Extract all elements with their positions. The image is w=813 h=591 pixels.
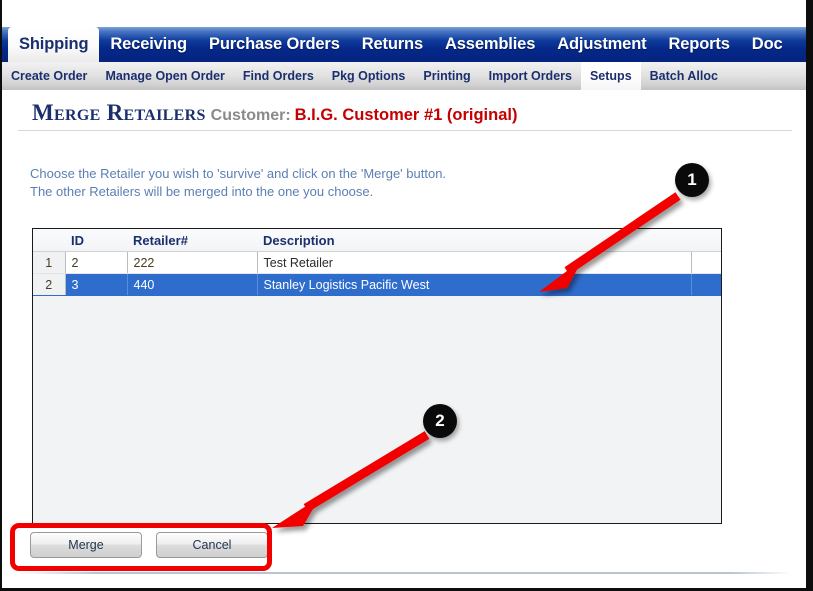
main-tab-returns-label: Returns (361, 35, 424, 53)
main-tab-returns[interactable]: Returns (351, 27, 434, 62)
main-tab-assemblies[interactable]: Assemblies (434, 27, 546, 62)
main-tab-shipping[interactable]: Shipping (8, 27, 100, 62)
main-tab-documents-label: Doc (751, 35, 783, 53)
main-tab-assemblies-label: Assemblies (445, 35, 536, 53)
main-tab-reports[interactable]: Reports (658, 27, 741, 62)
retailer-grid[interactable]: ID Retailer# Description 1 2 222 Test Re… (33, 229, 721, 296)
sub-tab-printing[interactable]: Printing (414, 62, 479, 90)
sub-tab-manage-open-order[interactable]: Manage Open Order (96, 62, 233, 90)
cell-id: 2 (65, 251, 128, 274)
sub-tab-manage-open-order-label: Manage Open Order (105, 69, 225, 83)
sub-tab-pkg-options[interactable]: Pkg Options (323, 62, 415, 90)
cell-id: 3 (65, 273, 128, 296)
main-navigation-tabs: Shipping Receiving Purchase Orders Retur… (2, 27, 806, 62)
instructions-line-2: The other Retailers will be merged into … (30, 184, 374, 199)
main-tab-receiving[interactable]: Receiving (99, 27, 198, 62)
column-header-tail (691, 229, 721, 252)
sub-tab-batch-alloc-label: Batch Alloc (649, 69, 718, 83)
main-tab-adjustment[interactable]: Adjustment (546, 27, 657, 62)
sub-tab-create-order[interactable]: Create Order (2, 62, 96, 90)
sub-tab-setups[interactable]: Setups (580, 62, 641, 90)
sub-tab-find-orders-label: Find Orders (242, 69, 314, 83)
merge-button[interactable]: Merge (30, 532, 142, 558)
sub-tab-import-orders-label: Import Orders (488, 69, 572, 83)
sub-tab-printing-label: Printing (423, 69, 471, 83)
sub-tab-import-orders[interactable]: Import Orders (480, 62, 581, 90)
column-header-id[interactable]: ID (65, 229, 127, 252)
customer-label: Customer: (210, 107, 291, 124)
action-button-row: Merge Cancel (30, 532, 268, 558)
sub-tab-create-order-label: Create Order (11, 69, 88, 83)
main-tab-documents[interactable]: Doc (741, 27, 794, 62)
footer-divider (18, 572, 792, 574)
table-row[interactable]: 2 3 440 Stanley Logistics Pacific West (33, 273, 721, 296)
cell-tail (691, 273, 721, 296)
main-tab-purchase-orders-label: Purchase Orders (208, 35, 340, 53)
sub-navigation-tabs: Create Order Manage Open Order Find Orde… (2, 62, 806, 90)
sub-tab-find-orders[interactable]: Find Orders (234, 62, 323, 90)
retailer-grid-panel[interactable]: ID Retailer# Description 1 2 222 Test Re… (32, 228, 722, 524)
sub-tab-setups-label: Setups (589, 69, 632, 83)
main-tab-reports-label: Reports (668, 35, 730, 53)
customer-name: B.I.G. Customer #1 (original) (294, 106, 518, 124)
cell-retailer-number: 222 (127, 251, 258, 274)
instructions-text: Choose the Retailer you wish to 'survive… (30, 165, 446, 201)
cell-description: Stanley Logistics Pacific West (257, 273, 692, 296)
application-window: Shipping Receiving Purchase Orders Retur… (0, 0, 813, 591)
main-tab-purchase-orders[interactable]: Purchase Orders (198, 27, 351, 62)
column-header-retailer-number[interactable]: Retailer# (127, 229, 257, 252)
page-content: Merge Retailers Customer: B.I.G. Customer … (2, 90, 806, 588)
main-tab-shipping-label: Shipping (19, 35, 89, 53)
page-title: Merge Retailers Customer: B.I.G. Customer … (32, 100, 778, 126)
heading-divider (18, 130, 792, 131)
sub-tab-batch-alloc[interactable]: Batch Alloc (641, 62, 727, 90)
cell-retailer-number: 440 (127, 273, 258, 296)
cell-tail (691, 251, 721, 274)
cancel-button[interactable]: Cancel (156, 532, 268, 558)
row-number: 1 (33, 251, 66, 274)
sub-tab-pkg-options-label: Pkg Options (331, 69, 406, 83)
instructions-line-1: Choose the Retailer you wish to 'survive… (30, 166, 447, 181)
window-top-gap (2, 0, 806, 27)
main-tab-receiving-label: Receiving (110, 35, 187, 53)
grid-header-row: ID Retailer# Description (33, 229, 721, 252)
column-header-rownum (33, 229, 65, 252)
column-header-description[interactable]: Description (257, 229, 691, 252)
main-tab-adjustment-label: Adjustment (557, 35, 647, 53)
row-number: 2 (33, 273, 66, 296)
cell-description: Test Retailer (257, 251, 692, 274)
page-title-text: Merge Retailers (32, 100, 206, 125)
table-row[interactable]: 1 2 222 Test Retailer (33, 251, 721, 274)
